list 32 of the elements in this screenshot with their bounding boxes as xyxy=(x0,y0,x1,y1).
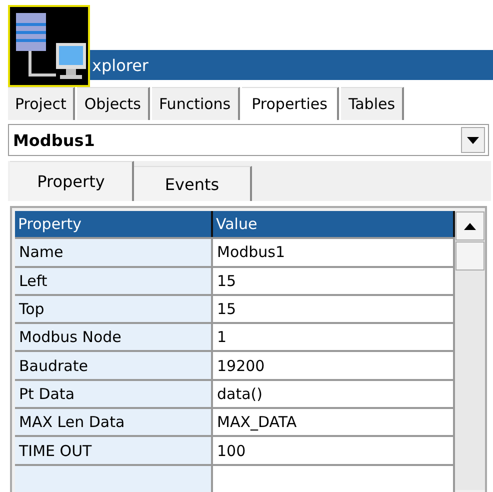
property-value[interactable]: 15 xyxy=(213,268,455,294)
property-value[interactable]: 19200 xyxy=(213,352,455,379)
property-name: Baudrate xyxy=(15,352,213,379)
object-dropdown[interactable]: Modbus1 xyxy=(8,124,489,156)
tab[interactable]: Property xyxy=(10,161,134,201)
dropdown-button[interactable] xyxy=(461,127,485,153)
window-title: xplorer xyxy=(92,56,149,74)
property-value[interactable]: 100 xyxy=(213,437,455,464)
tab[interactable]: Events xyxy=(134,166,252,201)
tab[interactable]: Properties xyxy=(242,87,340,120)
tab[interactable]: Tables xyxy=(341,87,404,120)
property-value[interactable]: MAX_DATA xyxy=(213,409,455,436)
tab[interactable]: Objects xyxy=(77,87,150,120)
scrollbar[interactable] xyxy=(455,211,485,490)
property-value[interactable]: data() xyxy=(213,380,455,408)
property-name: TIME OUT xyxy=(15,437,213,464)
server-monitor-icon xyxy=(8,5,90,87)
dropdown-value: Modbus1 xyxy=(12,130,95,150)
property-value[interactable]: 15 xyxy=(213,296,455,322)
property-name: Top xyxy=(15,296,213,322)
column-header: Property xyxy=(15,211,213,238)
property-name: MAX Len Data xyxy=(15,409,213,436)
property-name: Name xyxy=(15,239,213,266)
caret-icon xyxy=(467,136,479,144)
tab[interactable]: Functions xyxy=(152,87,240,120)
property-name: Left xyxy=(15,268,213,294)
property-value[interactable]: 1 xyxy=(213,324,455,350)
property-value[interactable]: Modbus1 xyxy=(213,239,455,266)
column-header: Value xyxy=(213,211,455,238)
tab[interactable]: Project xyxy=(8,87,76,120)
property-name: Modbus Node xyxy=(15,324,213,350)
property-name: Pt Data xyxy=(15,380,213,408)
